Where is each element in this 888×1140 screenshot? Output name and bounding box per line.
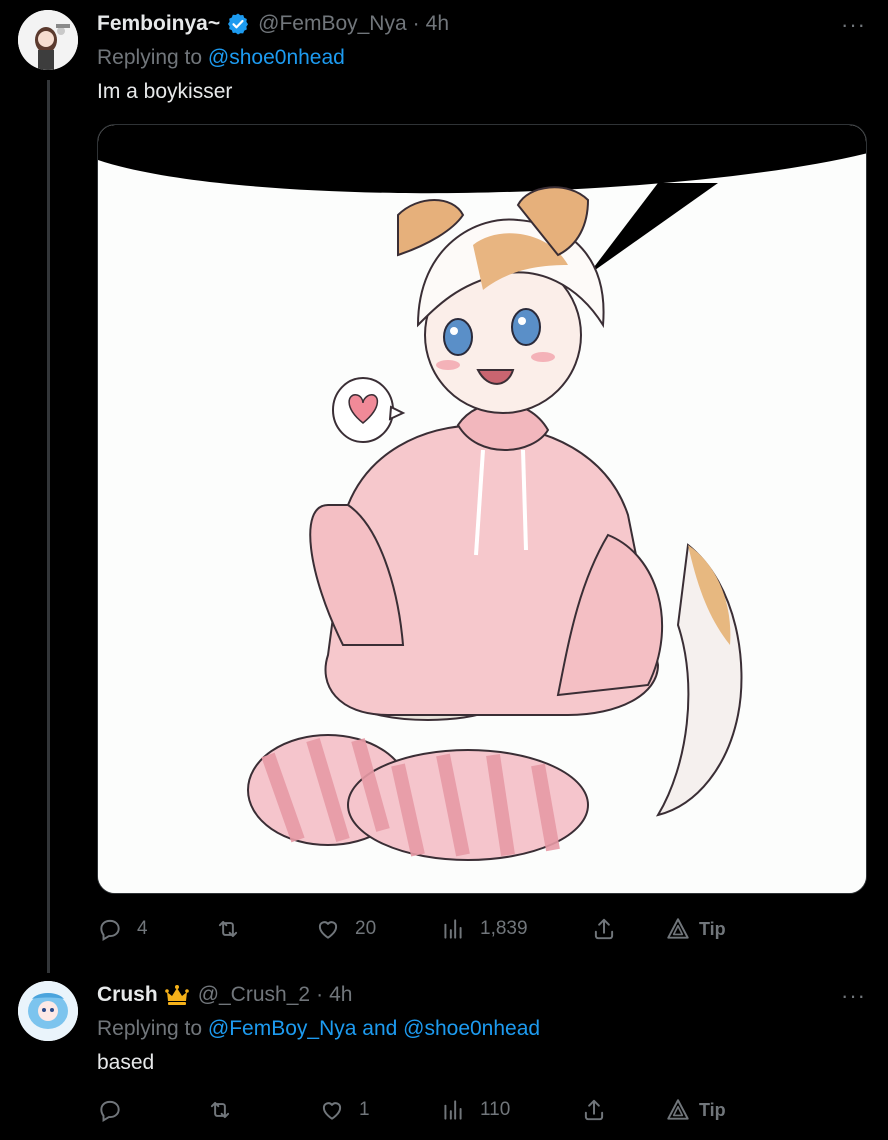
like-count: 20	[355, 918, 377, 939]
replying-to-link[interactable]: @shoe0nhead	[208, 46, 345, 69]
views-button[interactable]: 110	[440, 1097, 510, 1123]
tip-label: Tip	[699, 918, 726, 939]
timestamp[interactable]: 4h	[426, 12, 449, 36]
avatar-crush[interactable]	[18, 981, 78, 1041]
tweet-actions-bar: 1 110 Tip	[97, 1097, 757, 1127]
more-options-button[interactable]: ···	[841, 983, 866, 1009]
replying-to-line: Replying to @FemBoy_Nya and @shoe0nhead	[97, 1017, 540, 1041]
separator-dot: ·	[316, 983, 324, 1006]
media-illustration	[98, 125, 866, 893]
verified-badge-icon	[226, 12, 250, 36]
tip-icon	[667, 918, 689, 939]
separator-dot: ·	[412, 12, 420, 35]
more-options-button[interactable]: ···	[841, 12, 866, 38]
share-button[interactable]	[581, 1097, 607, 1123]
replying-to-line: Replying to @shoe0nhead	[97, 46, 345, 70]
replying-to-label: Replying to	[97, 46, 203, 69]
retweet-button[interactable]	[207, 1097, 247, 1123]
like-count: 1	[359, 1099, 370, 1120]
views-count: 110	[480, 1099, 511, 1120]
user-handle[interactable]: @_Crush_2	[198, 983, 310, 1007]
tweet-actions-bar: 4 20 1,839 Tip	[97, 916, 757, 946]
views-bar-chart-icon	[444, 1100, 462, 1120]
share-button[interactable]	[591, 916, 617, 942]
user-handle[interactable]: @FemBoy_Nya	[258, 12, 407, 36]
display-name[interactable]: Femboinya~	[97, 12, 220, 36]
tweet-femboinya[interactable]: Femboinya~ @FemBoy_Nya · 4h ··· Replying…	[0, 0, 888, 975]
reply-icon	[100, 919, 120, 942]
avatar-image	[18, 10, 78, 70]
tweet-text: Im a boykisser	[97, 80, 233, 103]
thread-connector-line	[47, 80, 50, 973]
replying-to-link[interactable]: @FemBoy_Nya and @shoe0nhead	[208, 1017, 540, 1040]
reply-button[interactable]: 4	[97, 916, 148, 942]
tweet-text: based	[97, 1051, 155, 1074]
tweet-crush[interactable]: Crush @_Crush_2 · 4h ··· Replying to @Fe…	[0, 975, 888, 1140]
tweet-media-image[interactable]	[97, 124, 867, 894]
tip-button[interactable]: Tip	[665, 1097, 726, 1123]
reply-icon	[100, 1100, 120, 1123]
views-button[interactable]: 1,839	[440, 916, 528, 942]
tip-button[interactable]: Tip	[665, 916, 726, 942]
share-icon	[594, 918, 614, 940]
replying-to-label: Replying to	[97, 1017, 203, 1040]
heart-icon	[322, 1102, 342, 1120]
avatar-image	[18, 981, 78, 1041]
retweet-icon	[210, 1101, 230, 1119]
tip-label: Tip	[699, 1099, 726, 1120]
heart-icon	[318, 921, 338, 939]
views-bar-chart-icon	[444, 919, 462, 939]
retweet-button[interactable]	[215, 916, 255, 942]
retweet-icon	[218, 920, 238, 938]
avatar-femboinya[interactable]	[18, 10, 78, 70]
like-button[interactable]: 20	[315, 916, 376, 942]
views-count: 1,839	[480, 918, 528, 939]
tip-icon	[667, 1099, 689, 1120]
display-name[interactable]: Crush	[97, 983, 158, 1007]
timestamp[interactable]: 4h	[329, 983, 352, 1007]
like-button[interactable]: 1	[319, 1097, 370, 1123]
share-icon	[584, 1099, 604, 1121]
crown-badge-icon	[164, 983, 190, 1007]
reply-button[interactable]	[97, 1097, 137, 1123]
reply-count: 4	[137, 918, 148, 939]
